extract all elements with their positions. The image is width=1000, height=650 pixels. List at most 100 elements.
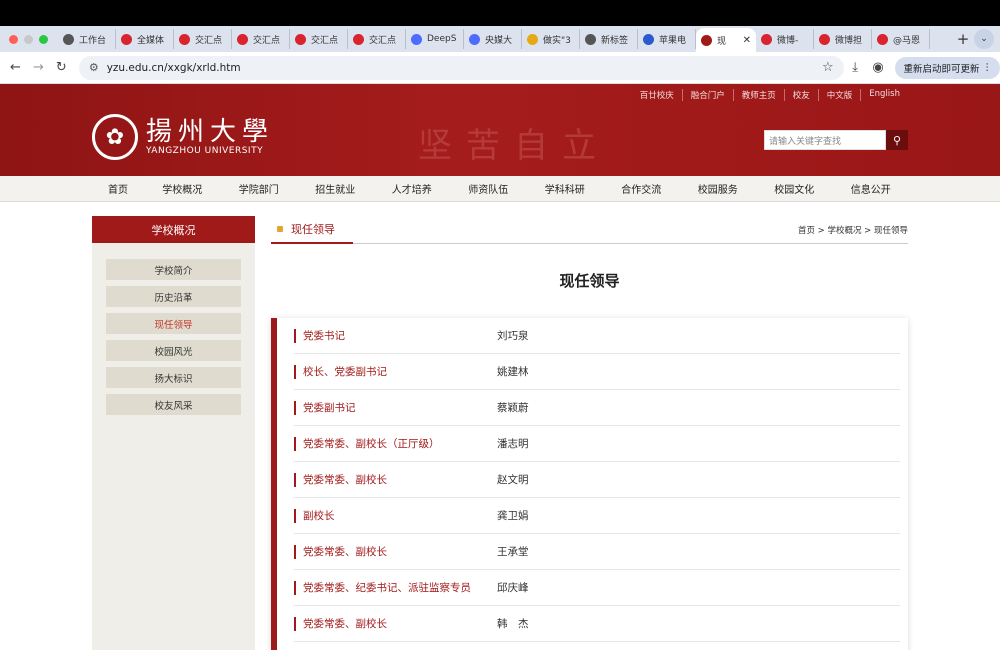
back-arrow-icon[interactable]: ← — [4, 60, 27, 75]
browser-tab[interactable]: @马恩 — [872, 29, 930, 49]
leader-name: 龚卫娟 — [497, 510, 529, 522]
tab-label: 交汇点 — [369, 35, 397, 46]
leader-name: 蔡颖蔚 — [497, 402, 529, 414]
leader-title: 党委常委、副校长 — [294, 472, 497, 487]
leader-name: 韩 杰 — [497, 618, 529, 630]
leader-row: 党委常委、副校长韩 杰 — [294, 606, 900, 642]
download-icon[interactable]: ⤓ — [844, 60, 867, 75]
nav-item[interactable]: 招生就业 — [297, 181, 374, 196]
browser-tab[interactable]: 全媒体 — [116, 29, 174, 49]
browser-tab[interactable]: 交汇点 — [232, 29, 290, 49]
url-bar[interactable]: ⚙ yzu.edu.cn/xxgk/xrld.htm ☆ — [78, 55, 844, 80]
browser-tab[interactable]: 新标签 — [580, 29, 638, 49]
forward-arrow-icon[interactable]: → — [27, 60, 50, 75]
nav-item[interactable]: 学院部门 — [221, 181, 298, 196]
top-link[interactable]: 校友 — [783, 89, 818, 101]
top-link[interactable]: English — [860, 89, 908, 101]
browser-tab[interactable]: 交汇点 — [348, 29, 406, 49]
logo-english-name: YANGZHOU UNIVERSITY — [146, 146, 264, 156]
weibo-icon — [761, 33, 772, 45]
browser-tab[interactable]: 做实"3 — [522, 29, 580, 49]
zoom-window-button[interactable] — [39, 34, 48, 44]
browser-tab[interactable]: DeepS — [406, 29, 464, 49]
browser-tab[interactable]: 交汇点 — [290, 29, 348, 49]
nav-item[interactable]: 校园文化 — [756, 181, 833, 196]
doc-icon — [527, 33, 538, 45]
sidebar-title: 学校概况 — [92, 216, 255, 243]
browser-tab[interactable]: 微博担 — [814, 29, 872, 49]
url-text[interactable]: yzu.edu.cn/xxgk/xrld.htm — [107, 62, 241, 74]
nav-item[interactable]: 合作交流 — [603, 181, 680, 196]
sidebar-item[interactable]: 现任领导 — [106, 313, 241, 334]
tab-label: 交汇点 — [311, 35, 339, 46]
weibo-icon — [819, 33, 830, 45]
nav-item[interactable]: 学校概况 — [144, 181, 221, 196]
emblem-icon: ✿ — [92, 114, 138, 160]
address-bar-row: ← → ↻ ⚙ yzu.edu.cn/xxgk/xrld.htm ☆ ⤓ ◉ 重… — [0, 52, 1000, 84]
top-link[interactable]: 融合门户 — [681, 89, 733, 101]
minimize-window-button[interactable] — [24, 34, 33, 44]
deepseek-icon — [411, 33, 422, 45]
browser-tab[interactable]: 交汇点 — [174, 29, 232, 49]
leaders-list: 党委书记 刘巧泉 校长、党委副书记 姚建林 党委副书记 蔡颖蔚 党委常委、副校长（正厅级）潘… — [271, 318, 908, 650]
university-logo[interactable]: ✿ 揚州大學 YANGZHOU UNIVERSITY — [92, 114, 274, 160]
main-navigation: 首页 学校概况 学院部门 招生就业 人才培养 师资队伍 学科科研 合作交流 校园服务 校园文化 信息… — [0, 176, 1000, 202]
tab-label: @马恩 — [893, 35, 921, 46]
leader-title: 党委常委、纪委书记、派驻监察专员 — [294, 580, 497, 595]
top-link[interactable]: 百廿校庆 — [632, 89, 682, 101]
site-settings-icon[interactable]: ⚙ — [89, 61, 99, 74]
yzu-icon — [701, 34, 712, 46]
weibo-icon — [237, 33, 248, 45]
tab-label: 新标签 — [601, 35, 629, 46]
top-link[interactable]: 教师主页 — [732, 89, 784, 101]
section-title: 现任领导 — [271, 216, 353, 244]
leader-row: 党委常委、副校长（正厅级） 潘志明 — [294, 426, 900, 462]
window-controls — [0, 34, 58, 44]
top-link[interactable]: 中文版 — [817, 89, 861, 101]
nav-item[interactable]: 首页 — [92, 181, 144, 196]
deepseek-icon — [469, 33, 480, 45]
nav-item[interactable]: 学科科研 — [527, 181, 604, 196]
leader-title: 党委常委、副校长（正厅级） — [294, 436, 497, 451]
sidebar-item[interactable]: 历史沿革 — [106, 286, 241, 307]
page-content: 学校概况 学校简介 历史沿革 现任领导 校园风光 扬大标识 校友风采 现任领导 首页 > … — [0, 202, 1000, 650]
new-tab-button[interactable]: + — [952, 30, 974, 48]
browser-tab[interactable]: 央媒大 — [464, 29, 522, 49]
bookmark-star-icon[interactable]: ☆ — [822, 60, 834, 75]
leader-row: 校长、党委副书记 姚建林 — [294, 354, 900, 390]
tab-label: 全媒体 — [137, 35, 165, 46]
weibo-icon — [121, 33, 132, 45]
leader-name: 赵文明 — [497, 474, 529, 486]
reload-icon[interactable]: ↻ — [50, 60, 73, 75]
browser-tab[interactable]: 苹果电 — [638, 29, 696, 49]
nav-item[interactable]: 信息公开 — [833, 181, 910, 196]
search-icon[interactable]: ⚲ — [886, 130, 908, 150]
sidebar-item[interactable]: 校友风采 — [106, 394, 241, 415]
yzu-website: 百廿校庆 融合门户 教师主页 校友 中文版 English ✿ 揚州大學 YANGZHOU… — [0, 84, 1000, 650]
section-title-text: 现任领导 — [291, 223, 335, 236]
top-links: 百廿校庆 融合门户 教师主页 校友 中文版 English — [632, 89, 908, 101]
weibo-icon — [877, 33, 888, 45]
profile-icon[interactable]: ◉ — [867, 60, 890, 75]
leader-title: 校长、党委副书记 — [294, 364, 497, 379]
nav-item[interactable]: 校园服务 — [680, 181, 757, 196]
breadcrumb[interactable]: 首页 > 学校概况 > 现任领导 — [798, 224, 908, 236]
close-window-button[interactable] — [9, 34, 18, 44]
nav-item[interactable]: 师资队伍 — [450, 181, 527, 196]
sidebar-item[interactable]: 扬大标识 — [106, 367, 241, 388]
tab-search-dropdown[interactable]: ⌄ — [974, 29, 994, 49]
leader-title: 党委常委、副校长 — [294, 616, 497, 631]
site-search-input[interactable]: 请输入关键字查找 — [764, 130, 886, 150]
sidebar-item[interactable]: 校园风光 — [106, 340, 241, 361]
close-tab-icon[interactable]: ✕ — [743, 35, 751, 46]
weibo-icon — [353, 33, 364, 45]
leader-row: 党委常委、纪委书记、派驻监察专员 邱庆峰 — [294, 570, 900, 606]
browser-tab[interactable]: 工作台 — [58, 29, 116, 49]
sidebar-item[interactable]: 学校简介 — [106, 259, 241, 280]
nav-item[interactable]: 人才培养 — [374, 181, 451, 196]
tab-label: 微博- — [777, 35, 799, 46]
leader-title: 党委常委、副校长 — [294, 544, 497, 559]
browser-tab[interactable]: 微博- — [756, 29, 814, 49]
relaunch-update-button[interactable]: 重新启动即可更新 ⋮ — [895, 56, 1000, 79]
browser-tab[interactable]: 现 ✕ — [696, 28, 756, 52]
